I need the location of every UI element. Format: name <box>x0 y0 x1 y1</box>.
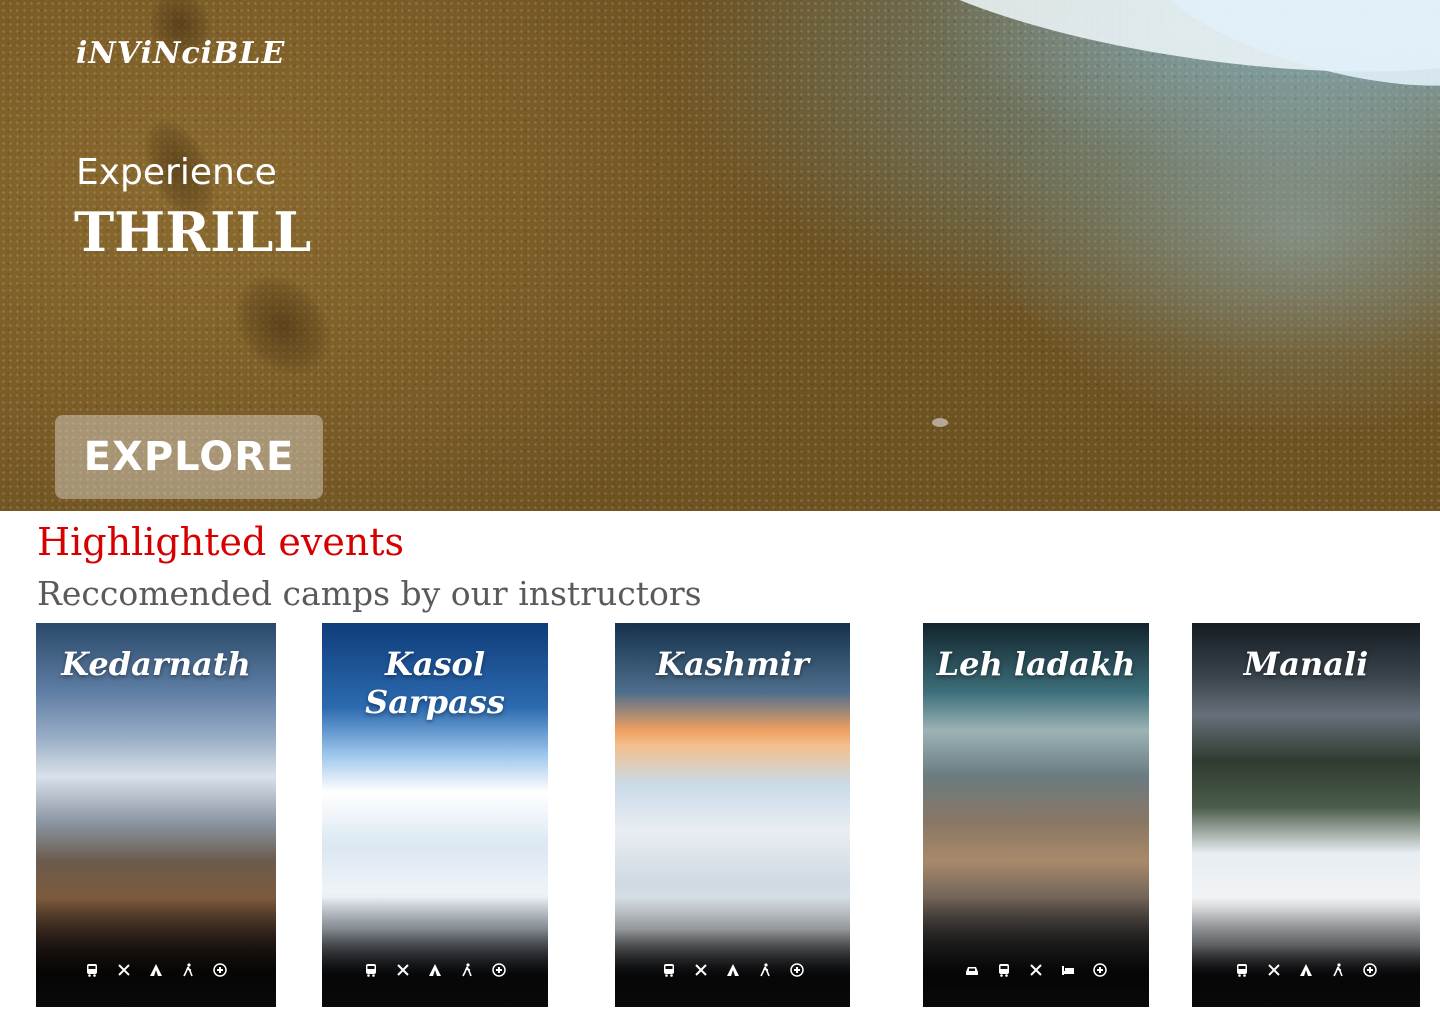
food-icon <box>1030 964 1042 976</box>
tent-icon <box>150 964 162 976</box>
card-title: Kasol Sarpass <box>365 645 505 721</box>
medical-icon <box>1093 963 1107 977</box>
section-title: Highlighted events <box>37 520 405 564</box>
food-icon <box>694 964 707 976</box>
medical-icon <box>789 963 804 977</box>
amenity-icons <box>36 963 276 977</box>
car-icon <box>966 967 978 975</box>
hiking-icon <box>1333 963 1343 977</box>
hero-title: THRILL <box>74 200 312 264</box>
card-shade <box>1192 897 1420 1007</box>
food-icon <box>1268 964 1280 976</box>
event-card-kashmir[interactable]: Kashmir <box>615 623 850 1007</box>
tent-icon <box>1300 964 1312 976</box>
bed-icon <box>1062 966 1074 975</box>
bus-icon <box>87 964 97 977</box>
hiking-icon <box>462 963 472 977</box>
card-shade <box>36 897 276 1007</box>
card-title: Kashmir <box>656 645 809 683</box>
section-subtitle: Reccomended camps by our instructors <box>37 574 702 613</box>
card-title: Manali <box>1243 645 1369 683</box>
explore-button[interactable]: EXPLORE <box>55 415 323 499</box>
card-shade <box>322 897 548 1007</box>
hero-subtitle: Experience <box>76 152 277 193</box>
amenity-icons <box>322 963 548 977</box>
event-card-kedarnath[interactable]: Kedarnath <box>36 623 276 1007</box>
amenity-icons <box>615 963 850 977</box>
card-shade <box>923 897 1149 1007</box>
amenity-icons <box>1192 963 1420 977</box>
medical-icon <box>1363 963 1377 977</box>
brand-logo[interactable]: iNViNciBLE <box>76 36 285 71</box>
event-card-leh-ladakh[interactable]: Leh ladakh <box>923 623 1149 1007</box>
card-title: Leh ladakh <box>936 645 1136 683</box>
event-card-kasol-sarpass[interactable]: Kasol Sarpass <box>322 623 548 1007</box>
card-shade <box>615 897 850 1007</box>
bus-icon <box>366 964 376 977</box>
tent-icon <box>429 964 441 976</box>
bus-icon <box>663 964 674 977</box>
tent-icon <box>726 964 739 976</box>
card-title: Kedarnath <box>61 645 251 683</box>
pebble <box>932 418 948 427</box>
medical-icon <box>492 963 506 977</box>
food-icon <box>397 964 409 976</box>
bus-icon <box>1237 964 1247 977</box>
hiking-icon <box>183 963 193 977</box>
event-card-manali[interactable]: Manali <box>1192 623 1420 1007</box>
hiking-icon <box>759 963 770 977</box>
hero-banner: iNViNciBLE Experience THRILL EXPLORE <box>0 0 1440 511</box>
food-icon <box>118 964 130 976</box>
bus-icon <box>999 964 1009 977</box>
medical-icon <box>213 963 227 977</box>
amenity-icons <box>923 963 1149 977</box>
